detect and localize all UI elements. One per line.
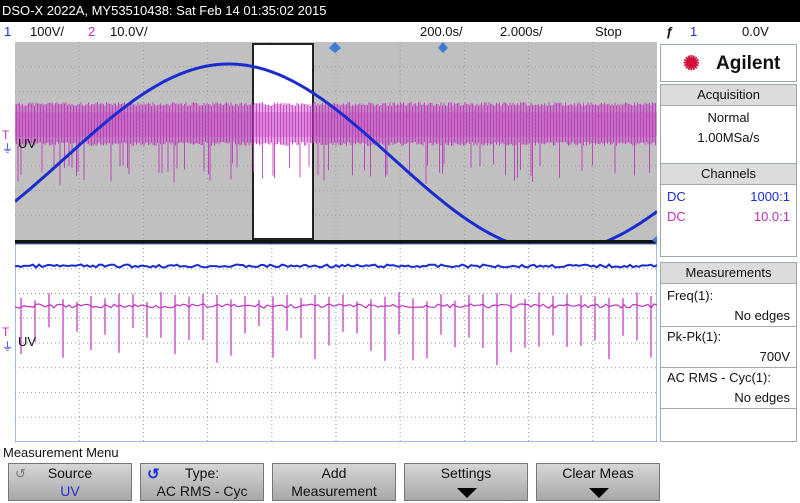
ch2-coupling: DC — [667, 209, 686, 224]
ch1-zoom-marker-icon[interactable]: ⏚ — [2, 338, 13, 354]
source-softkey[interactable]: ↺ Source UV — [8, 463, 132, 501]
acquisition-header: Acquisition — [661, 85, 796, 106]
settings-label: Settings — [440, 465, 492, 481]
source-value: UV — [60, 483, 80, 499]
type-label: Type: — [184, 465, 220, 481]
meas-2-value: 700V — [661, 347, 796, 368]
ch2-number[interactable]: 2 — [88, 22, 95, 42]
meas-1-value: No edges — [661, 306, 796, 327]
submenu-arrow-icon — [589, 488, 609, 498]
ch1-probe: 1000:1 — [750, 189, 790, 204]
source-label: Source — [47, 465, 93, 481]
meas-1-name: Freq(1): — [667, 288, 714, 303]
acquisition-box[interactable]: Acquisition Normal 1.00MSa/s — [660, 84, 797, 168]
menu-title: Measurement Menu — [3, 445, 119, 460]
brand-logo: ✺ Agilent — [660, 44, 797, 82]
submenu-arrow-icon — [457, 488, 477, 498]
ch2-scale[interactable]: 10.0V/ — [110, 22, 148, 42]
meas-2-name: Pk-Pk(1): — [667, 329, 722, 344]
type-softkey[interactable]: ↺ Type: AC RMS - Cyc — [140, 463, 264, 501]
ch2-zoom-marker-icon[interactable]: T — [2, 325, 9, 339]
upper-channel-label: UV — [18, 136, 37, 151]
title-bar: DSO-X 2022A, MY53510438: Sat Feb 14 01:3… — [0, 0, 800, 22]
channels-box[interactable]: Channels DC 1000:1 DC 10.0:1 — [660, 163, 797, 257]
lower-channel-label: UV — [18, 334, 37, 349]
settings-softkey[interactable]: Settings — [404, 463, 528, 501]
measurement-label: Measurement — [291, 483, 377, 499]
timebase-scale[interactable]: 2.000s/ — [500, 22, 543, 42]
timebase-delay[interactable]: 200.0s/ — [420, 22, 463, 42]
clear-meas-softkey[interactable]: Clear Meas — [536, 463, 660, 501]
waveform-display[interactable] — [14, 42, 658, 443]
agilent-spark-icon: ✺ — [683, 53, 700, 75]
run-state[interactable]: Stop — [595, 22, 622, 42]
trigger-edge-icon: ƒ — [666, 24, 674, 39]
ch1-ground-marker-icon[interactable]: ⏚ — [2, 140, 13, 156]
add-label: Add — [321, 465, 347, 481]
meas-3-name: AC RMS - Cyc(1): — [667, 370, 771, 385]
meas-3-value: No edges — [661, 388, 796, 409]
softkey-bar: ↺ Source UV ↺ Type: AC RMS - Cyc Add Mea… — [0, 461, 800, 503]
ch2-probe: 10.0:1 — [753, 209, 790, 224]
type-value: AC RMS - Cyc — [156, 483, 248, 499]
ch1-number[interactable]: 1 — [4, 22, 11, 42]
zoom-separator — [15, 240, 657, 244]
channel-row-1: DC 1000:1 — [661, 187, 796, 207]
waveform-svg — [14, 42, 658, 443]
channel-row-2: DC 10.0:1 — [661, 207, 796, 227]
ch1-scale[interactable]: 100V/ — [30, 22, 64, 42]
status-bar: 1 100V/ 2 10.0V/ 200.0s/ 2.000s/ Stop ƒ … — [0, 22, 800, 42]
acquisition-mode: Normal — [707, 110, 750, 125]
acquisition-rate: 1.00MSa/s — [697, 130, 760, 145]
channels-header: Channels — [661, 164, 796, 185]
trigger-level[interactable]: 0.0V — [742, 22, 769, 42]
clear-meas-label: Clear Meas — [562, 465, 634, 481]
side-panel: ✺ Agilent Acquisition Normal 1.00MSa/s C… — [658, 42, 800, 442]
trigger-channel[interactable]: 1 — [690, 22, 697, 42]
measurements-header: Measurements — [661, 263, 796, 284]
brand-name: Agilent — [716, 53, 781, 74]
add-measurement-softkey[interactable]: Add Measurement — [272, 463, 396, 501]
ch1-coupling: DC — [667, 189, 686, 204]
measurements-box[interactable]: Measurements Freq(1): No edges Pk-Pk(1):… — [660, 262, 797, 442]
